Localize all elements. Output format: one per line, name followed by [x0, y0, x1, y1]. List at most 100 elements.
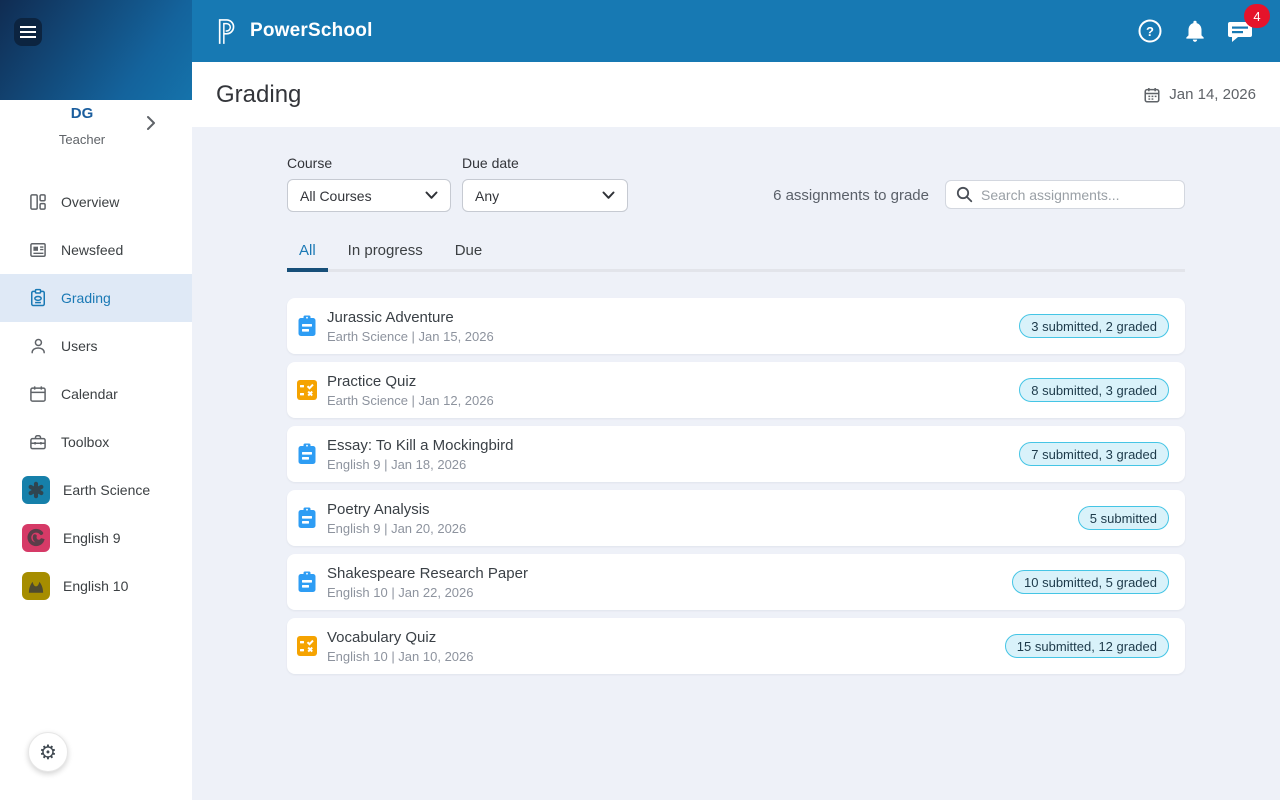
assignment-meta: Earth Science | Jan 12, 2026 [327, 393, 494, 408]
course-label: Earth Science [63, 482, 150, 498]
assignment-row[interactable]: Jurassic Adventure Earth Science | Jan 1… [287, 298, 1185, 354]
sidebar-item-newsfeed[interactable]: Newsfeed [0, 226, 192, 274]
current-date: Jan 14, 2026 [1143, 86, 1256, 104]
course-filter-select[interactable]: All Courses [287, 179, 451, 212]
submission-badge: 3 submitted, 2 graded [1019, 314, 1169, 338]
assignment-type-icon [296, 507, 318, 529]
assignment-meta: English 10 | Jan 10, 2026 [327, 649, 474, 664]
sidebar-item-label: Calendar [61, 386, 118, 402]
top-bar: PowerSchool ? 4 [192, 0, 1280, 62]
settings-button[interactable]: ⚙ [28, 732, 68, 772]
toolbox-icon [28, 432, 48, 452]
overview-icon [28, 192, 48, 212]
user-role: Teacher [0, 132, 164, 147]
assignment-row[interactable]: Vocabulary Quiz English 10 | Jan 10, 202… [287, 618, 1185, 674]
assignment-title: Poetry Analysis [327, 501, 466, 518]
due-date-filter: Due date Any [462, 155, 628, 212]
course-filter-value: All Courses [300, 188, 372, 204]
sidebar-item-english-10[interactable]: English 10 [0, 562, 192, 610]
assignment-title: Vocabulary Quiz [327, 629, 474, 646]
assignment-type-icon [296, 571, 318, 593]
user-profile[interactable]: DG Teacher [0, 100, 192, 145]
assignment-icon [297, 315, 317, 337]
brand-name: PowerSchool [250, 20, 373, 42]
assignment-type-icon [296, 380, 318, 400]
assignment-row[interactable]: Practice Quiz Earth Science | Jan 12, 20… [287, 362, 1185, 418]
tab-bar: All In progress Due [287, 242, 1185, 272]
sidebar-nav: Overview Newsfeed Grading [0, 178, 192, 466]
message-count-badge: 4 [1244, 4, 1270, 28]
submission-badge: 7 submitted, 3 graded [1019, 442, 1169, 466]
sidebar-item-label: Grading [61, 290, 111, 306]
chevron-down-icon [425, 191, 438, 200]
hamburger-menu-button[interactable] [14, 18, 42, 46]
sidebar-item-label: Overview [61, 194, 119, 210]
assignment-title: Jurassic Adventure [327, 309, 494, 326]
assignment-title: Practice Quiz [327, 373, 494, 390]
spiral-icon [24, 526, 48, 550]
sidebar-item-grading[interactable]: Grading [0, 274, 192, 322]
english-10-thumbnail [22, 572, 50, 600]
powerschool-logo: PowerSchool [216, 17, 373, 45]
quiz-icon [297, 380, 317, 400]
sidebar-courses: Earth Science English 9 English 10 [0, 466, 192, 610]
assignment-meta: English 10 | Jan 22, 2026 [327, 585, 528, 600]
assignment-type-icon [296, 443, 318, 465]
due-date-filter-select[interactable]: Any [462, 179, 628, 212]
sidebar-item-label: Toolbox [61, 434, 109, 450]
assignment-meta: Earth Science | Jan 15, 2026 [327, 329, 494, 344]
messages-icon[interactable]: 4 [1226, 17, 1254, 45]
grading-icon [28, 288, 48, 308]
main-content: Course All Courses Due date Any 6 assig [192, 127, 1280, 800]
submission-badge: 15 submitted, 12 graded [1005, 634, 1169, 658]
settings-gear-icon: ⚙ [39, 740, 57, 765]
asterisk-flower-icon [25, 479, 47, 501]
due-date-filter-value: Any [475, 188, 499, 204]
help-icon[interactable]: ? [1136, 17, 1164, 45]
search-icon [956, 186, 973, 203]
tab-all[interactable]: All [287, 242, 328, 272]
assignment-type-icon [296, 315, 318, 337]
assignment-row[interactable]: Shakespeare Research Paper English 10 | … [287, 554, 1185, 610]
submission-badge: 8 submitted, 3 graded [1019, 378, 1169, 402]
sidebar-item-calendar[interactable]: Calendar [0, 370, 192, 418]
sidebar-item-earth-science[interactable]: Earth Science [0, 466, 192, 514]
svg-text:?: ? [1146, 24, 1154, 39]
assignment-title: Essay: To Kill a Mockingbird [327, 437, 513, 454]
tab-in-progress[interactable]: In progress [336, 242, 435, 269]
tulip-icon [24, 574, 48, 598]
search-box[interactable] [945, 180, 1185, 209]
sidebar-item-english-9[interactable]: English 9 [0, 514, 192, 562]
search-input[interactable] [981, 187, 1174, 203]
assignment-icon [297, 443, 317, 465]
assignment-list: Jurassic Adventure Earth Science | Jan 1… [287, 298, 1185, 674]
user-initials: DG [0, 105, 164, 122]
assignment-meta: English 9 | Jan 18, 2026 [327, 457, 513, 472]
sidebar-item-toolbox[interactable]: Toolbox [0, 418, 192, 466]
sidebar-item-label: Newsfeed [61, 242, 123, 258]
assignment-type-icon [296, 636, 318, 656]
tab-due[interactable]: Due [443, 242, 495, 269]
calendar-icon [28, 384, 48, 404]
assignment-row[interactable]: Essay: To Kill a Mockingbird English 9 |… [287, 426, 1185, 482]
bell-icon[interactable] [1181, 17, 1209, 45]
powerschool-p-icon [216, 17, 240, 45]
assignments-count-text: 6 assignments to grade [773, 187, 929, 204]
submission-badge: 10 submitted, 5 graded [1012, 570, 1169, 594]
assignment-row[interactable]: Poetry Analysis English 9 | Jan 20, 2026… [287, 490, 1185, 546]
hamburger-icon [20, 26, 36, 38]
sidebar-item-users[interactable]: Users [0, 322, 192, 370]
chevron-right-icon [146, 115, 156, 131]
date-text: Jan 14, 2026 [1169, 86, 1256, 103]
calendar-date-icon [1143, 86, 1161, 104]
sidebar-item-overview[interactable]: Overview [0, 178, 192, 226]
submission-badge: 5 submitted [1078, 506, 1169, 530]
quiz-icon [297, 636, 317, 656]
english-9-thumbnail [22, 524, 50, 552]
course-label: English 9 [63, 530, 121, 546]
users-icon [28, 336, 48, 356]
earth-science-thumbnail [22, 476, 50, 504]
sidebar-item-label: Users [61, 338, 98, 354]
sidebar: DG Teacher Overview Newsfeed [0, 0, 192, 800]
page-header: Grading Jan 14, 2026 [192, 62, 1280, 127]
